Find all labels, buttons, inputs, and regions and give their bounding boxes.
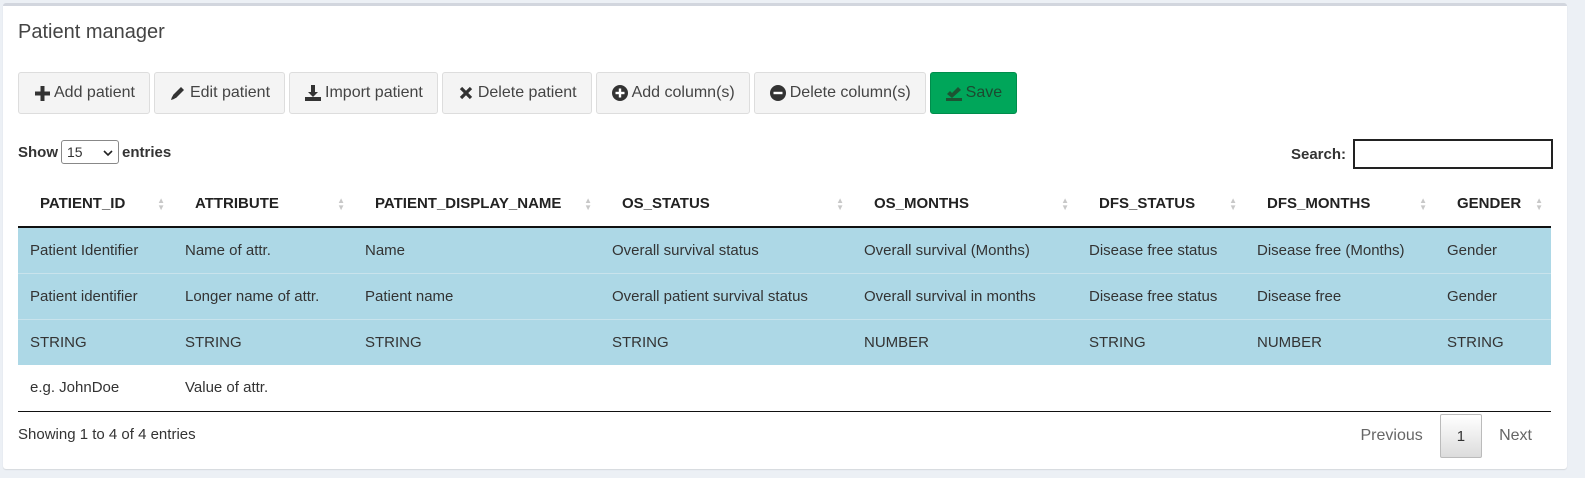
column-header-os-months[interactable]: OS_MONTHS ▲ ▼ — [852, 181, 1077, 228]
save-button[interactable]: Save — [929, 72, 1018, 114]
table-row[interactable]: STRING STRING STRING STRING NUMBER STRIN… — [18, 318, 1551, 365]
entries-per-page-value: 15 — [67, 144, 83, 160]
minus-circle-icon — [769, 84, 787, 102]
patient-manager-panel: Patient manager Add patient Edit patient… — [3, 3, 1567, 469]
sort-icon: ▲ ▼ — [1535, 195, 1543, 212]
entries-length-control: Show 15 entries — [18, 140, 171, 164]
add-patient-label: Add patient — [54, 84, 135, 101]
import-patient-button[interactable]: Import patient — [289, 72, 438, 114]
pencil-icon — [169, 84, 187, 102]
delete-columns-label: Delete column(s) — [789, 84, 911, 101]
page-1-button[interactable]: 1 — [1439, 414, 1483, 458]
times-icon — [457, 84, 475, 102]
table-cell: Disease free status — [1077, 272, 1245, 319]
search-input[interactable] — [1353, 139, 1553, 169]
next-page-button[interactable]: Next — [1482, 415, 1549, 457]
add-patient-button[interactable]: Add patient — [18, 72, 150, 114]
save-icon — [945, 84, 963, 102]
table-row[interactable]: e.g. JohnDoe Value of attr. — [18, 365, 1551, 412]
table-cell: Disease free status — [1077, 226, 1245, 273]
download-icon — [304, 84, 322, 102]
save-label: Save — [965, 84, 1003, 101]
table-cell — [1245, 365, 1435, 412]
table-cell: Disease free (Months) — [1245, 226, 1435, 273]
sort-icon: ▲ ▼ — [1419, 195, 1427, 212]
table-cell: Overall survival status — [600, 226, 852, 273]
edit-patient-label: Edit patient — [189, 84, 271, 101]
table-cell: Overall patient survival status — [600, 272, 852, 319]
table-cell: Name of attr. — [173, 226, 353, 273]
column-header-gender[interactable]: GENDER ▲ ▼ — [1435, 181, 1551, 228]
column-header-dfs-status[interactable]: DFS_STATUS ▲ ▼ — [1077, 181, 1245, 228]
column-header-dfs-months[interactable]: DFS_MONTHS ▲ ▼ — [1245, 181, 1435, 228]
table-cell — [1077, 365, 1245, 412]
table-cell: Disease free — [1245, 272, 1435, 319]
table-cell: Value of attr. — [173, 365, 353, 412]
table-cell: Overall survival in months — [852, 272, 1077, 319]
delete-patient-label: Delete patient — [477, 84, 577, 101]
table-cell: Patient Identifier — [18, 226, 173, 273]
column-header-patient-display-name[interactable]: PATIENT_DISPLAY_NAME ▲ ▼ — [353, 181, 600, 228]
table-cell: Longer name of attr. — [173, 272, 353, 319]
table-cell: NUMBER — [852, 318, 1077, 365]
entries-per-page-select[interactable]: 15 — [61, 140, 119, 164]
show-label: Show — [18, 143, 58, 161]
table-cell: Name — [353, 226, 600, 273]
plus-circle-icon — [611, 84, 629, 102]
search-control: Search: — [1291, 139, 1553, 169]
table-info: Showing 1 to 4 of 4 entries — [18, 426, 196, 443]
page-title: Patient manager — [18, 21, 165, 43]
column-header-attribute[interactable]: ATTRIBUTE ▲ ▼ — [173, 181, 353, 228]
chevron-down-icon — [103, 144, 113, 160]
toolbar: Add patient Edit patient Import patient … — [18, 72, 1021, 114]
edit-patient-button[interactable]: Edit patient — [153, 72, 286, 114]
sort-icon: ▲ ▼ — [1061, 195, 1069, 212]
sort-icon: ▲ ▼ — [337, 195, 345, 212]
previous-page-button[interactable]: Previous — [1344, 415, 1440, 457]
table-cell: STRING — [1077, 318, 1245, 365]
table-cell: Patient name — [353, 272, 600, 319]
table-cell: NUMBER — [1245, 318, 1435, 365]
table-cell: STRING — [353, 318, 600, 365]
patient-table: PATIENT_ID ▲ ▼ ATTRIBUTE ▲ ▼ PATIENT_DISPLAY… — [18, 181, 1551, 412]
search-label: Search: — [1290, 145, 1346, 163]
table-cell — [600, 365, 852, 412]
table-cell — [353, 365, 600, 412]
sort-icon: ▲ ▼ — [157, 195, 165, 212]
table-cell — [1435, 365, 1551, 412]
sort-icon: ▲ ▼ — [1229, 195, 1237, 212]
add-columns-label: Add column(s) — [631, 84, 735, 101]
pagination: Previous 1 Next — [1344, 414, 1550, 458]
table-cell: e.g. JohnDoe — [18, 365, 173, 412]
sort-icon: ▲ ▼ — [836, 195, 844, 212]
delete-columns-button[interactable]: Delete column(s) — [753, 72, 926, 114]
table-cell: Overall survival (Months) — [852, 226, 1077, 273]
table-cell: STRING — [18, 318, 173, 365]
table-row[interactable]: Patient Identifier Name of attr. Name Ov… — [18, 226, 1551, 273]
entries-label: entries — [122, 143, 172, 161]
table-cell: Gender — [1435, 272, 1551, 319]
column-header-os-status[interactable]: OS_STATUS ▲ ▼ — [600, 181, 852, 228]
column-header-patient-id[interactable]: PATIENT_ID ▲ ▼ — [18, 181, 173, 228]
table-cell: Gender — [1435, 226, 1551, 273]
table-row[interactable]: Patient identifier Longer name of attr. … — [18, 272, 1551, 319]
import-patient-label: Import patient — [325, 84, 423, 101]
table-cell: STRING — [1435, 318, 1551, 365]
table-header-row: PATIENT_ID ▲ ▼ ATTRIBUTE ▲ ▼ PATIENT_DISPLAY… — [18, 181, 1551, 228]
delete-patient-button[interactable]: Delete patient — [441, 72, 592, 114]
table-cell — [852, 365, 1077, 412]
sort-icon: ▲ ▼ — [584, 195, 592, 212]
table-cell: Patient identifier — [18, 272, 173, 319]
add-columns-button[interactable]: Add column(s) — [595, 72, 750, 114]
table-cell: STRING — [600, 318, 852, 365]
plus-icon — [33, 84, 51, 102]
table-cell: STRING — [173, 318, 353, 365]
